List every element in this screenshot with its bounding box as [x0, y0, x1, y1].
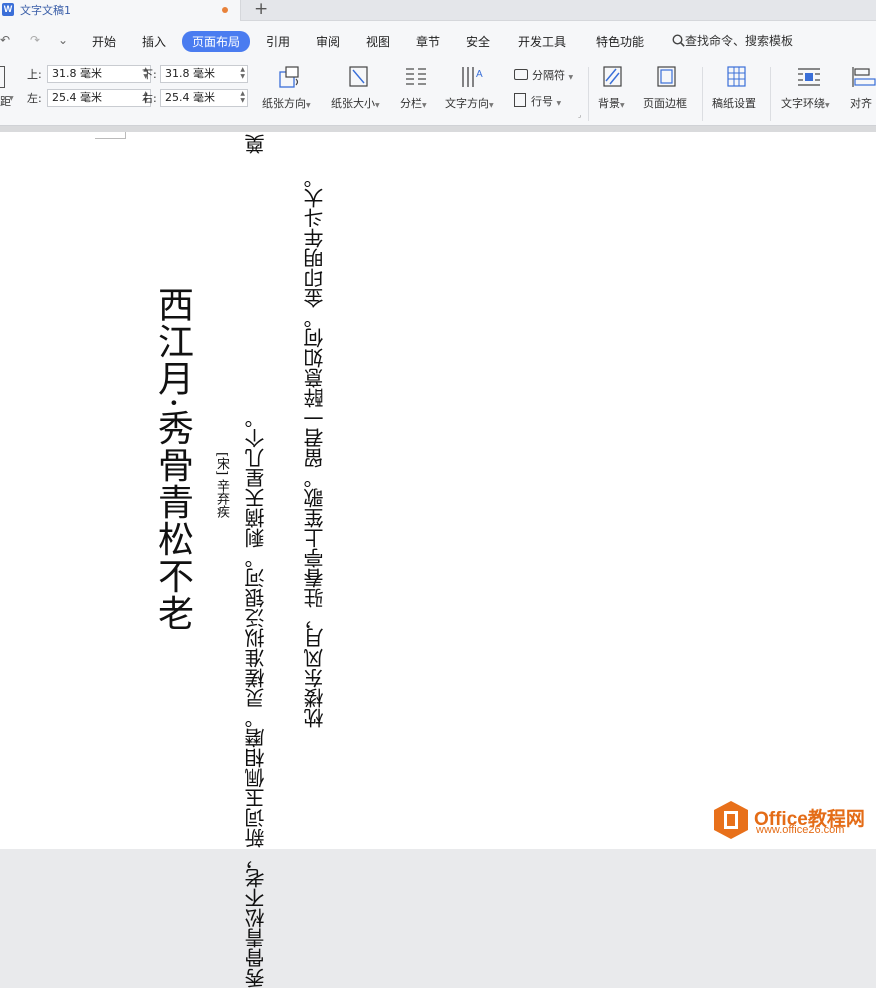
poem-title: 西江月·秀骨青松不老 — [152, 286, 193, 632]
text-direction-icon[interactable]: A — [460, 65, 486, 89]
margins-icon[interactable] — [0, 66, 5, 88]
breaks-label: 分隔符 — [532, 69, 565, 82]
margin-left-input[interactable]: 25.4 毫米 ▲ ▼ — [47, 89, 151, 107]
search-icon — [672, 34, 685, 47]
menu-developer-tools[interactable]: 开发工具 — [518, 33, 566, 50]
line-number-label: 行号 — [531, 95, 553, 108]
document-tab-title: 文字文稿1 — [20, 4, 71, 17]
margin-top-input[interactable]: 31.8 毫米 ▲ ▼ — [47, 65, 151, 83]
redo-icon[interactable]: ↷ — [30, 33, 40, 47]
margin-bottom-input[interactable]: 31.8 毫米 ▲ ▼ — [160, 65, 248, 83]
menu-references[interactable]: 引用 — [266, 33, 290, 50]
ribbon-separator — [588, 67, 589, 121]
text-direction-label: 文字方向 — [445, 97, 489, 110]
margin-bottom-label: 下: — [142, 68, 157, 81]
columns-button[interactable]: 分栏▼ — [400, 95, 427, 111]
align-button[interactable]: 对齐 — [850, 95, 872, 111]
command-search-label: 查找命令、搜索模板 — [685, 34, 794, 48]
menu-view[interactable]: 视图 — [366, 33, 390, 50]
quick-access-more-icon[interactable]: ⌄ — [58, 33, 68, 47]
chevron-down-icon: ▼ — [556, 100, 562, 107]
paper-orientation-button[interactable]: 纸张方向▼ — [262, 95, 311, 111]
poem-line-1-continuation: 奠 — [244, 134, 268, 154]
columns-icon[interactable] — [404, 66, 428, 88]
page-border-icon[interactable] — [656, 65, 678, 89]
margin-top-value: 31.8 毫米 — [52, 67, 102, 80]
paper-size-icon[interactable] — [348, 65, 370, 89]
margin-right-input[interactable]: 25.4 毫米 ▲ ▼ — [160, 89, 248, 107]
menu-security[interactable]: 安全 — [466, 33, 490, 50]
manuscript-settings-button[interactable]: 稿纸设置 — [712, 95, 756, 111]
chevron-down-icon: ▼ — [620, 102, 625, 109]
text-wrap-button[interactable]: 文字环绕▼ — [781, 95, 830, 111]
manuscript-grid-icon[interactable] — [726, 65, 748, 89]
margin-bottom-value: 31.8 毫米 — [165, 67, 215, 80]
watermark: Office教程网 www.office26.com — [712, 798, 876, 844]
paper-size-button[interactable]: 纸张大小▼ — [331, 95, 380, 111]
background-button[interactable]: 背景▼ — [598, 95, 625, 111]
new-tab-button[interactable]: + — [254, 0, 268, 19]
text-wrap-label: 文字环绕 — [781, 97, 825, 110]
menu-section[interactable]: 章节 — [416, 33, 440, 50]
text-direction-button[interactable]: 文字方向▼ — [445, 95, 494, 111]
chevron-down-icon: ▼ — [306, 102, 311, 109]
menu-insert[interactable]: 插入 — [142, 33, 166, 50]
menu-special-features[interactable]: 特色功能 — [596, 33, 644, 50]
ribbon-separator — [702, 67, 703, 121]
breaks-button[interactable]: 分隔符 ▼ — [514, 67, 573, 83]
margin-corner-mark — [95, 132, 126, 139]
chevron-down-icon: ▼ — [825, 102, 830, 109]
paper-size-label: 纸张大小 — [331, 97, 375, 110]
align-icon[interactable] — [852, 66, 876, 88]
document-tab[interactable]: W 文字文稿1 — [0, 0, 241, 21]
paper-orientation-icon[interactable] — [278, 65, 302, 89]
ribbon-page-layout: 距 ▼ 上: 31.8 毫米 ▲ ▼ 左: 25.4 毫米 ▲ ▼ 下: 31.8 毫米… — [0, 61, 876, 126]
chevron-down-icon: ▼ — [489, 102, 494, 109]
chevron-down-icon: ▼ — [375, 102, 380, 109]
menu-home[interactable]: 开始 — [92, 33, 116, 50]
ribbon-separator — [770, 67, 771, 121]
chevron-down-icon: ▼ — [568, 74, 574, 81]
margin-right-value: 25.4 毫米 — [165, 91, 215, 104]
svg-text:A: A — [476, 69, 483, 80]
menu-page-layout[interactable]: 页面布局 — [182, 31, 251, 52]
margin-left-label: 左: — [27, 92, 42, 105]
line-number-button[interactable]: 行号 ▼ — [514, 93, 561, 109]
menu-review[interactable]: 审阅 — [316, 33, 340, 50]
margin-top-label: 上: — [27, 68, 42, 81]
writer-app-icon: W — [2, 3, 14, 16]
page-border-button[interactable]: 页面边框 — [643, 95, 687, 111]
poem-line-1-text: 秀骨青松不老，新词玉佩相磨。灵槎准拟泛银河。剩摘天星几个。 — [244, 408, 268, 988]
margin-right-label: 右: — [142, 92, 157, 105]
tab-bar: W 文字文稿1 + — [0, 0, 876, 21]
margins-dropdown-icon[interactable]: ▼ — [9, 95, 14, 102]
undo-icon[interactable]: ↶ — [0, 33, 10, 47]
paper-orientation-label: 纸张方向 — [262, 97, 306, 110]
text-wrap-icon[interactable] — [796, 66, 822, 88]
command-search[interactable]: 查找命令、搜索模板 — [672, 32, 793, 49]
unsaved-indicator-dot — [222, 7, 228, 13]
chevron-down-icon: ▼ — [422, 102, 427, 109]
breaks-icon — [514, 69, 528, 80]
spin-arrows-icon[interactable]: ▲ ▼ — [240, 66, 245, 80]
columns-label: 分栏 — [400, 97, 422, 110]
page-setup-dialog-launcher-icon[interactable]: ⌟ — [578, 111, 581, 119]
poem-line-1: 秀骨青松不老，新词玉佩相磨。灵槎准拟泛银河。剩摘天星几个。 — [244, 408, 268, 988]
spin-arrows-icon[interactable]: ▲ ▼ — [240, 90, 245, 104]
poem-author: [宋] 辛弃疾 — [214, 452, 229, 519]
document-page[interactable]: 西江月·秀骨青松不老 [宋] 辛弃疾 秀骨青松不老，新词玉佩相磨。灵槎准拟泛银河… — [0, 132, 876, 988]
background-icon[interactable] — [602, 65, 624, 89]
watermark-url: www.office26.com — [756, 824, 845, 836]
office-logo-icon — [714, 801, 748, 839]
margin-left-value: 25.4 毫米 — [52, 91, 102, 104]
menu-bar: ↶ ↷ ⌄ 开始 插入 页面布局 引用 审阅 视图 章节 安全 开发工具 特色功… — [0, 21, 876, 61]
line-number-icon — [514, 93, 526, 107]
background-label: 背景 — [598, 97, 620, 110]
poem-line-2: 枕楼东风月，驻春亭上笙歌。留君一醉意如何。金印明年斗大。 — [303, 168, 327, 728]
